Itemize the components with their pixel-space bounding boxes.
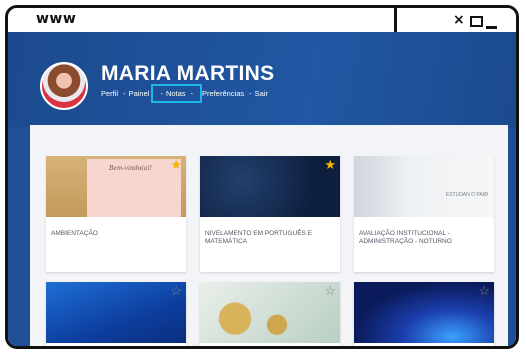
course-title[interactable]: AVALIAÇÃO INSTITUCIONAL - ADMINISTRAÇÃO …: [359, 230, 491, 246]
course-image: ☆: [200, 282, 340, 343]
nav-item-notas[interactable]: Notas: [166, 89, 186, 98]
course-image: Bem-vindo(a)! ★: [46, 156, 186, 217]
welcome-text: Bem-vindo(a)!: [109, 165, 152, 172]
nav-item-painel[interactable]: Painel: [129, 89, 150, 98]
title-bar-divider: [394, 8, 397, 32]
minimize-icon[interactable]: [486, 26, 497, 29]
nav-separator: -: [160, 89, 163, 98]
star-outline-icon[interactable]: ☆: [484, 192, 488, 198]
user-name: MARIA MARTINS: [101, 62, 275, 85]
nav-item-notas-highlight[interactable]: - Notas -: [151, 84, 203, 103]
star-outline-icon[interactable]: ☆: [478, 284, 490, 297]
nav-item-sair[interactable]: Sair: [255, 89, 268, 98]
close-icon[interactable]: ×: [453, 12, 465, 28]
course-title[interactable]: NIVELAMENTO EM PORTUGUÊS E MATEMÁTICA: [205, 230, 337, 246]
course-grid: Bem-vindo(a)! ★ AMBIENTAÇÃO ★ NIVELAMENT…: [30, 125, 508, 346]
nav-item-preferencias[interactable]: Preferências: [202, 89, 244, 98]
course-image: ★: [200, 156, 340, 217]
avatar[interactable]: [40, 62, 88, 110]
nav-separator: -: [249, 89, 252, 98]
course-image: ☆: [46, 282, 186, 343]
maximize-icon[interactable]: [470, 16, 483, 27]
title-bar: www ×: [8, 8, 516, 35]
course-card[interactable]: ☆: [46, 282, 186, 346]
nav-separator: -: [190, 89, 194, 98]
course-card[interactable]: ESTUDAN O PAIO ☆ AVALIAÇÃO INSTITUCIONAL…: [354, 156, 494, 272]
welcome-note: Bem-vindo(a)!: [87, 159, 181, 217]
course-card[interactable]: ☆: [354, 282, 494, 346]
url-label[interactable]: www: [36, 11, 76, 27]
star-outline-icon[interactable]: ☆: [324, 284, 336, 297]
star-filled-icon[interactable]: ★: [324, 158, 336, 171]
course-card[interactable]: Bem-vindo(a)! ★ AMBIENTAÇÃO: [46, 156, 186, 272]
nav-separator: -: [123, 89, 126, 98]
course-image: ☆: [354, 282, 494, 343]
moodle-page: MARIA MARTINS Perfil - Painel - Notas - Prefer…: [8, 32, 516, 346]
image-caption: ESTUDAN O PAIO: [445, 192, 488, 198]
course-title[interactable]: AMBIENTAÇÃO: [51, 230, 183, 238]
browser-window: www × MARIA MARTINS Perfil - Painel - Notas -…: [5, 5, 519, 349]
user-nav: Perfil - Painel - Notas - Preferências - Sair: [101, 84, 270, 103]
nav-item-perfil[interactable]: Perfil: [101, 89, 118, 98]
course-card[interactable]: ☆: [200, 282, 340, 346]
course-card[interactable]: ★ NIVELAMENTO EM PORTUGUÊS E MATEMÁTICA: [200, 156, 340, 272]
course-image: ESTUDAN O PAIO ☆: [354, 156, 494, 217]
star-outline-icon[interactable]: ☆: [170, 284, 182, 297]
star-filled-icon[interactable]: ★: [170, 158, 182, 171]
